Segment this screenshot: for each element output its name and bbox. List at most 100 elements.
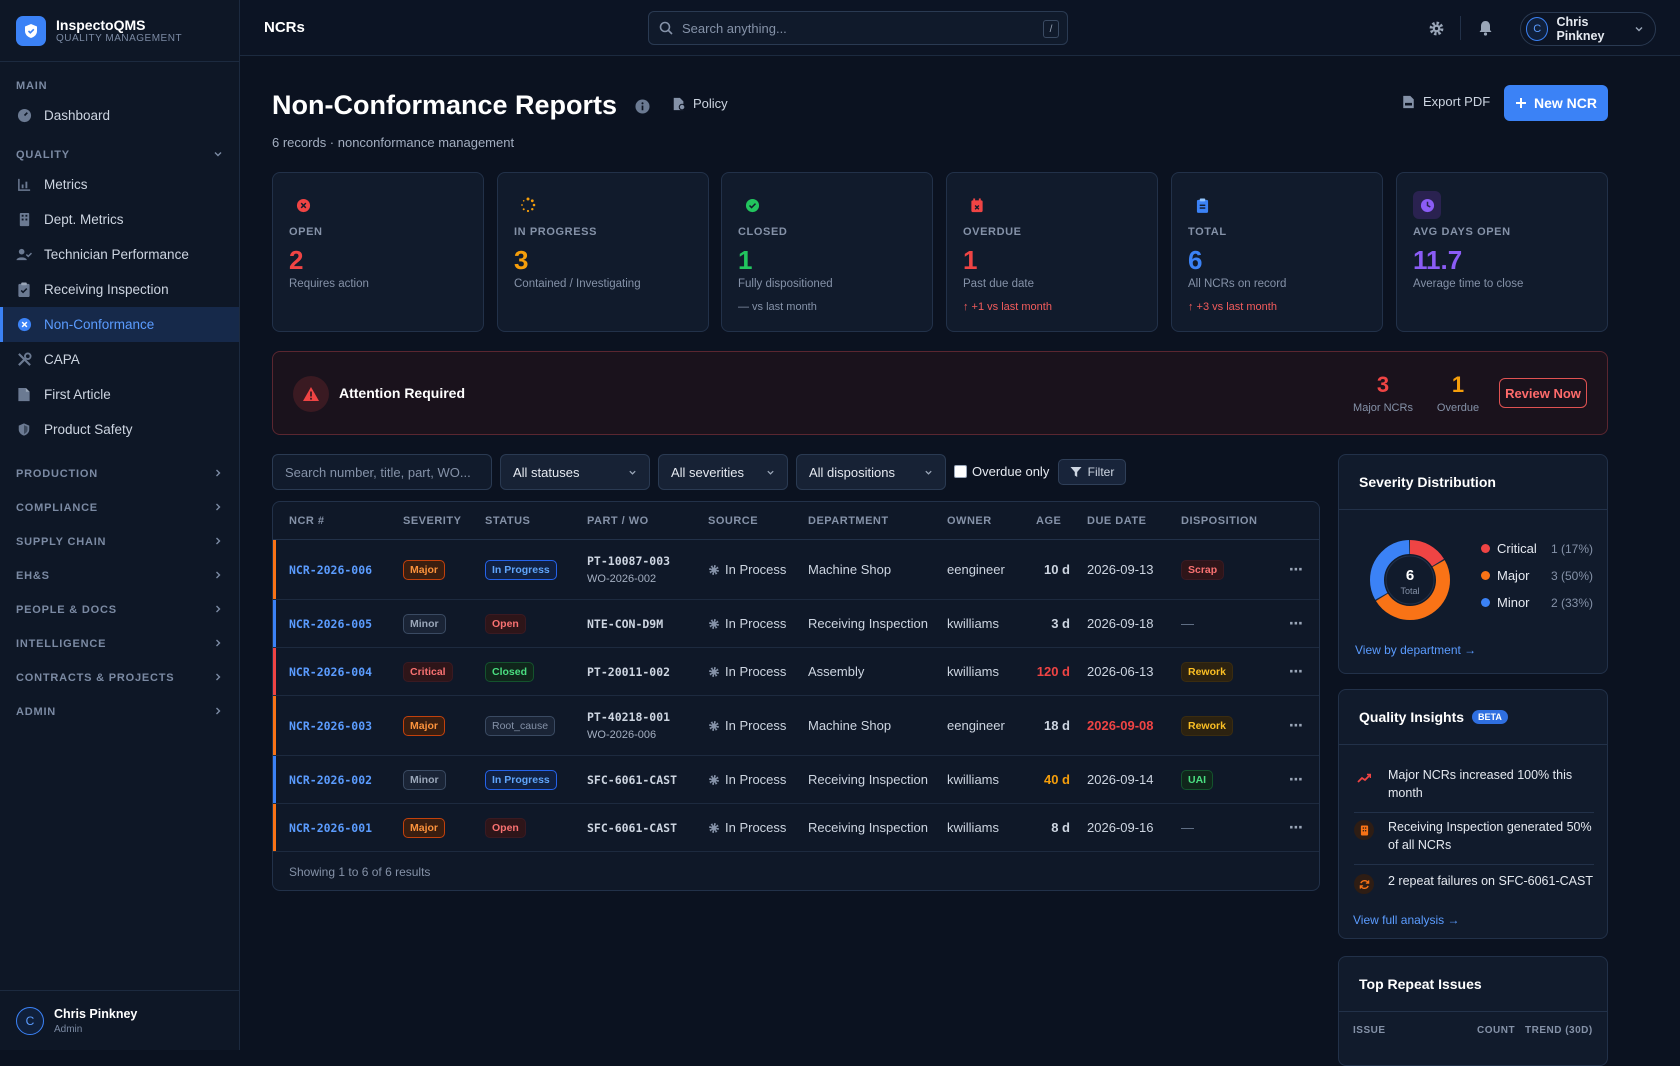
stat-trend: — vs last month (738, 301, 817, 313)
search-placeholder: Search anything... (682, 20, 787, 36)
global-search-input[interactable]: Search anything... / (648, 11, 1068, 45)
more-actions-icon[interactable]: ⋯ (1289, 717, 1304, 734)
export-pdf-button[interactable]: Export PDF (1402, 94, 1490, 109)
sidebar-item-metrics[interactable]: Metrics (0, 167, 239, 202)
ncr-number[interactable]: NCR-2026-004 (289, 665, 372, 679)
more-actions-icon[interactable]: ⋯ (1289, 663, 1304, 680)
col-ncr[interactable]: NCR # (289, 502, 325, 540)
attention-overdue-label: Overdue (1436, 402, 1480, 414)
nav-section-ehs[interactable]: EH&S (0, 559, 239, 593)
severity-select[interactable]: All severities (658, 454, 788, 490)
pagination-info: Showing 1 to 6 of 6 results (289, 865, 431, 879)
brand[interactable]: InspectoQMS QUALITY MANAGEMENT (0, 0, 239, 62)
more-actions-icon[interactable]: ⋯ (1289, 561, 1304, 578)
panel-title-text: Quality Insights (1359, 709, 1465, 725)
insight-text: 2 repeat failures on SFC-6061-CAST (1388, 874, 1593, 888)
nav-section-supply-chain[interactable]: SUPPLY CHAIN (0, 525, 239, 559)
more-actions-icon[interactable]: ⋯ (1289, 819, 1304, 836)
table-row[interactable]: NCR-2026-001 Major Open SFC-6061-CAST In… (273, 804, 1319, 852)
col-age[interactable]: AGE (1036, 502, 1061, 540)
table-row[interactable]: NCR-2026-006 Major In Progress PT-10087-… (273, 540, 1319, 600)
col-status[interactable]: STATUS (485, 502, 530, 540)
more-actions-icon[interactable]: ⋯ (1289, 615, 1304, 632)
chevron-right-icon (213, 536, 223, 549)
department: Machine Shop (808, 718, 892, 733)
ncr-number[interactable]: NCR-2026-001 (289, 821, 372, 835)
nav-section-contracts-projects[interactable]: CONTRACTS & PROJECTS (0, 661, 239, 695)
filter-button[interactable]: Filter (1058, 459, 1126, 485)
nav-section-label: EH&S (16, 570, 50, 582)
more-actions-icon[interactable]: ⋯ (1289, 771, 1304, 788)
sidebar-item-dept-metrics[interactable]: Dept. Metrics (0, 202, 239, 237)
nav-section-admin[interactable]: ADMIN (0, 695, 239, 729)
age: 40 d (1043, 772, 1070, 787)
table-row[interactable]: NCR-2026-002 Minor In Progress SFC-6061-… (273, 756, 1319, 804)
severity-bar (273, 600, 276, 647)
ncr-search-input[interactable]: Search number, title, part, WO... (272, 454, 492, 490)
chevron-down-icon (628, 465, 637, 480)
status-select[interactable]: All statuses (500, 454, 650, 490)
col-severity[interactable]: SEVERITY (403, 502, 461, 540)
stat-value: 1 (738, 245, 753, 275)
policy-link[interactable]: Policy (672, 96, 728, 111)
nav-section-people-docs[interactable]: PEOPLE & DOCS (0, 593, 239, 627)
nav-section-compliance[interactable]: COMPLIANCE (0, 491, 239, 525)
stat-card-overdue[interactable]: OVERDUE 1 Past due date ↑ +1 vs last mon… (946, 172, 1158, 332)
sidebar-item-non-conformance[interactable]: Non-Conformance (0, 307, 239, 342)
filter-bar: Search number, title, part, WO... All st… (272, 454, 1172, 490)
age: 18 d (1043, 718, 1070, 733)
sidebar-item-receiving-inspection[interactable]: Receiving Inspection (0, 272, 239, 307)
legend-value: 3 (50%) (1550, 568, 1593, 583)
col-part-wo[interactable]: PART / WO (587, 502, 649, 540)
bell-icon[interactable] (1475, 18, 1495, 38)
sidebar-user[interactable]: C Chris Pinkney Admin (0, 990, 239, 1050)
file-icon (672, 97, 686, 111)
info-icon[interactable] (635, 99, 650, 119)
sidebar-item-dashboard[interactable]: Dashboard (0, 98, 239, 133)
sidebar-item-label: Non-Conformance (44, 317, 155, 332)
overdue-only-checkbox[interactable] (954, 465, 967, 478)
view-full-analysis-link[interactable]: View full analysis → (1353, 913, 1460, 927)
nav-section-quality[interactable]: QUALITY (0, 143, 239, 167)
table-row[interactable]: NCR-2026-003 Major Root_cause PT-40218-0… (273, 696, 1319, 756)
ncr-number[interactable]: NCR-2026-003 (289, 719, 372, 733)
department: Receiving Inspection (808, 616, 928, 631)
severity-badge: Major (403, 559, 446, 580)
part-number: SFC-6061-CAST (587, 772, 678, 787)
stat-desc: Past due date (963, 278, 1034, 290)
nav-section-label: COMPLIANCE (16, 502, 98, 514)
table-row[interactable]: NCR-2026-005 Minor Open NTE-CON-D9M In P… (273, 600, 1319, 648)
user-menu-button[interactable]: C Chris Pinkney (1520, 12, 1656, 46)
stat-card-total[interactable]: TOTAL 6 All NCRs on record ↑ +3 vs last … (1171, 172, 1383, 332)
col-department[interactable]: DEPARTMENT (808, 502, 889, 540)
stat-card-in-progress[interactable]: IN PROGRESS 3 Contained / Investigating (497, 172, 709, 332)
ncr-number[interactable]: NCR-2026-002 (289, 773, 372, 787)
stat-card-avg-days[interactable]: AVG DAYS OPEN 11.7 Average time to close (1396, 172, 1608, 332)
sidebar-item-capa[interactable]: CAPA (0, 342, 239, 377)
attention-major-label: Major NCRs (1353, 402, 1413, 414)
col-owner[interactable]: OWNER (947, 502, 992, 540)
part-number: PT-40218-001 (587, 710, 671, 724)
col-due-date[interactable]: DUE DATE (1087, 502, 1146, 540)
nav-section-intelligence[interactable]: INTELLIGENCE (0, 627, 239, 661)
sidebar-item-technician-performance[interactable]: Technician Performance (0, 237, 239, 272)
view-by-department-link[interactable]: View by department → (1355, 643, 1476, 657)
overdue-only-label[interactable]: Overdue only (972, 464, 1049, 479)
table-row[interactable]: NCR-2026-004 Critical Closed PT-20011-00… (273, 648, 1319, 696)
ncr-number[interactable]: NCR-2026-005 (289, 617, 372, 631)
col-source[interactable]: SOURCE (708, 502, 758, 540)
new-ncr-button[interactable]: New NCR (1504, 85, 1608, 121)
review-now-button[interactable]: Review Now (1499, 378, 1587, 408)
stat-card-closed[interactable]: CLOSED 1 Fully dispositioned — vs last m… (721, 172, 933, 332)
ncr-number[interactable]: NCR-2026-006 (289, 563, 372, 577)
gear-icon[interactable] (1426, 18, 1446, 38)
disposition-select[interactable]: All dispositions (796, 454, 946, 490)
sidebar-item-first-article[interactable]: First Article (0, 377, 239, 412)
source-label: In Process (725, 820, 787, 835)
col-disposition[interactable]: DISPOSITION (1181, 502, 1257, 540)
department: Receiving Inspection (808, 772, 928, 787)
nav-section-production[interactable]: PRODUCTION (0, 457, 239, 491)
part-number: SFC-6061-CAST (587, 820, 678, 835)
sidebar-item-product-safety[interactable]: Product Safety (0, 412, 239, 447)
stat-card-open[interactable]: OPEN 2 Requires action (272, 172, 484, 332)
